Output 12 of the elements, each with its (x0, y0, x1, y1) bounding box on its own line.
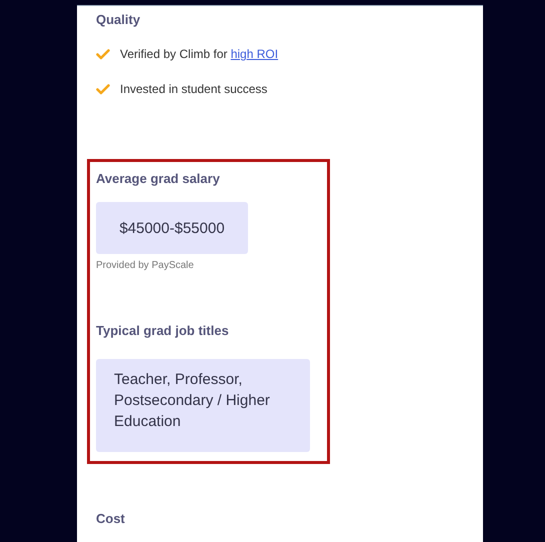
quality-text: Invested in student success (120, 82, 268, 96)
section-heading: Cost (96, 511, 126, 526)
check-icon (96, 84, 110, 94)
section-heading: Typical grad job titles (96, 323, 230, 338)
job-titles-value: Teacher, Professor, Postsecondary / Higher Education (96, 359, 310, 452)
roi-link[interactable]: high ROI (230, 47, 278, 61)
section-heading: Quality (96, 12, 142, 27)
check-icon (96, 48, 110, 60)
salary-value: $45000-$55000 (96, 202, 248, 254)
quality-text: Verified by Climb for high ROI (120, 47, 278, 61)
source-note: Provided by PayScale (96, 260, 195, 271)
section-heading: Average grad salary (96, 171, 221, 186)
